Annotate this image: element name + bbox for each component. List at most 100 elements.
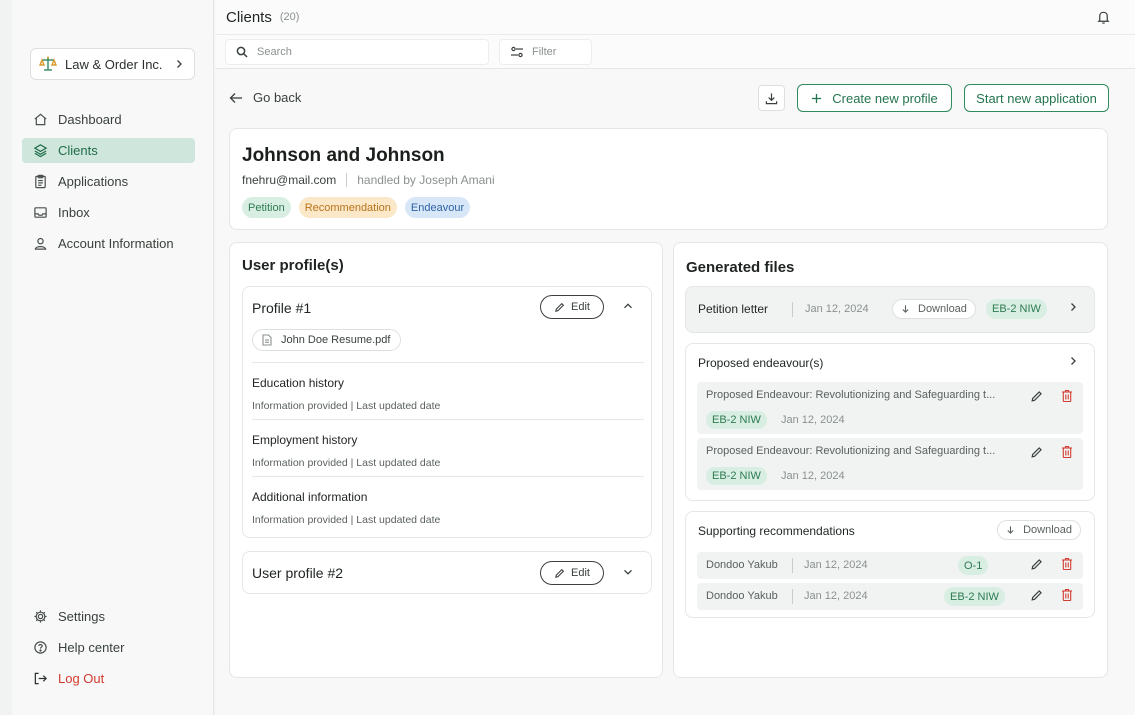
- visa-tag: O-1: [958, 556, 989, 575]
- pencil-icon: [554, 302, 565, 313]
- chevron-up-icon[interactable]: [623, 301, 633, 311]
- org-name: Law & Order Inc.: [65, 56, 163, 72]
- bell-icon[interactable]: [1096, 9, 1111, 25]
- file-icon: [262, 334, 272, 346]
- tag-petition: Petition: [242, 197, 291, 218]
- nav-label: Account Information: [58, 236, 174, 251]
- divider: [792, 589, 793, 604]
- search-input[interactable]: Search: [225, 39, 489, 65]
- nav-item-logout[interactable]: Log Out: [22, 666, 195, 691]
- create-profile-button[interactable]: Create new profile: [797, 84, 952, 112]
- download-label: Download: [918, 303, 967, 315]
- scales-logo-icon: [39, 55, 57, 73]
- topbar: Clients (20): [215, 0, 1135, 35]
- file-label: Petition letter: [698, 302, 769, 316]
- nav-item-applications[interactable]: Applications: [22, 169, 195, 194]
- edit-profile-button[interactable]: Edit: [540, 295, 604, 319]
- nav-item-help[interactable]: Help center: [22, 635, 195, 660]
- section-title: Generated files: [686, 259, 795, 276]
- user-icon: [32, 236, 48, 252]
- edit-profile-button[interactable]: Edit: [540, 561, 604, 585]
- chevron-down-icon[interactable]: [623, 567, 633, 577]
- download-button[interactable]: Download: [997, 520, 1081, 540]
- help-icon: [32, 640, 48, 656]
- profile-title: Profile #1: [252, 300, 312, 316]
- recommendation-row[interactable]: Dondoo Yakub Jan 12, 2024 O-1: [697, 552, 1083, 579]
- pencil-icon[interactable]: [1030, 446, 1043, 459]
- client-email: fnehru@mail.com: [242, 173, 337, 187]
- nav-label: Settings: [58, 609, 105, 624]
- divider: [346, 173, 348, 187]
- download-label: Download: [1023, 524, 1072, 536]
- endeavour-item[interactable]: Proposed Endeavour: Revolutionizing and …: [697, 382, 1083, 434]
- trash-icon[interactable]: [1061, 445, 1073, 459]
- page-title: Clients: [226, 8, 272, 26]
- filter-button[interactable]: Filter: [499, 39, 592, 65]
- section-heading: Employment history: [252, 433, 358, 447]
- proposed-endeavours-panel: Proposed endeavour(s) Proposed Endeavour…: [685, 343, 1095, 501]
- section-heading: Education history: [252, 376, 345, 390]
- edit-label: Edit: [571, 301, 590, 313]
- section-heading: Additional information: [252, 490, 368, 504]
- nav-label: Dashboard: [58, 112, 122, 127]
- endeavour-title: Proposed Endeavour: Revolutionizing and …: [706, 445, 996, 457]
- resume-file-chip[interactable]: John Doe Resume.pdf: [252, 329, 402, 351]
- trash-icon[interactable]: [1061, 389, 1073, 403]
- logout-icon: [32, 671, 48, 687]
- nav-item-clients[interactable]: Clients: [22, 138, 195, 163]
- pencil-icon[interactable]: [1030, 390, 1043, 403]
- bottom-nav: Settings Help center Log Out: [22, 604, 195, 697]
- go-back-label: Go back: [253, 90, 302, 105]
- nav-label: Inbox: [58, 205, 90, 220]
- nav-item-dashboard[interactable]: Dashboard: [22, 107, 195, 132]
- visa-tag: EB-2 NIW: [944, 587, 1005, 606]
- tag-endeavour: Endeavour: [404, 197, 471, 218]
- endeavour-date: Jan 12, 2024: [781, 414, 845, 426]
- client-tags: Petition Recommendation Endeavour: [242, 197, 471, 218]
- download-button[interactable]: [758, 85, 785, 111]
- nav-label: Applications: [58, 174, 129, 189]
- section-status: Information provided | Last updated date: [252, 457, 441, 469]
- trash-icon[interactable]: [1061, 557, 1073, 571]
- profile-section-employment[interactable]: Employment history Information provided …: [252, 419, 644, 477]
- org-switcher[interactable]: Law & Order Inc.: [30, 48, 195, 80]
- panel-title: Supporting recommendations: [698, 524, 855, 538]
- arrow-left-icon: [229, 92, 243, 104]
- tag-recommendation: Recommendation: [298, 197, 397, 218]
- generated-files-card: Generated files Petition letter Jan 12, …: [673, 242, 1108, 678]
- recommendation-date: Jan 12, 2024: [804, 559, 868, 571]
- supporting-recommendations-panel: Supporting recommendations Download Dond…: [685, 511, 1095, 618]
- profile-panel: Profile #1 Edit John Doe Resume.pdf Educ…: [242, 286, 652, 538]
- clipboard-icon: [32, 174, 48, 190]
- filter-icon: [510, 46, 524, 58]
- pencil-icon[interactable]: [1030, 558, 1043, 571]
- main-content: Clients (20) Search Filter Go back Creat…: [215, 0, 1135, 715]
- pencil-icon: [554, 568, 565, 579]
- chevron-right-icon[interactable]: [1068, 356, 1078, 366]
- client-header-card: Johnson and Johnson fnehru@mail.com hand…: [229, 128, 1108, 230]
- start-application-button[interactable]: Start new application: [964, 84, 1109, 112]
- recommendation-row[interactable]: Dondoo Yakub Jan 12, 2024 EB-2 NIW: [697, 583, 1083, 610]
- section-status: Information provided | Last updated date: [252, 400, 441, 412]
- go-back-link[interactable]: Go back: [229, 90, 301, 105]
- pencil-icon[interactable]: [1030, 589, 1043, 602]
- layers-icon: [32, 143, 48, 159]
- nav-item-settings[interactable]: Settings: [22, 604, 195, 629]
- edit-label: Edit: [571, 567, 590, 579]
- endeavour-item[interactable]: Proposed Endeavour: Revolutionizing and …: [697, 438, 1083, 490]
- home-icon: [32, 112, 48, 128]
- main-nav: Dashboard Clients Applications Inbox Acc…: [22, 107, 195, 262]
- filter-label: Filter: [532, 46, 557, 58]
- nav-item-account[interactable]: Account Information: [22, 231, 195, 256]
- trash-icon[interactable]: [1061, 588, 1073, 602]
- sidebar: Law & Order Inc. Dashboard Clients Appli…: [12, 0, 214, 715]
- nav-item-inbox[interactable]: Inbox: [22, 200, 195, 225]
- endeavour-date: Jan 12, 2024: [781, 470, 845, 482]
- profile-section-education[interactable]: Education history Information provided |…: [252, 362, 644, 420]
- download-button[interactable]: Download: [892, 299, 976, 319]
- recommender-name: Dondoo Yakub: [706, 559, 778, 571]
- petition-letter-row[interactable]: Petition letter Jan 12, 2024 Download EB…: [685, 286, 1095, 333]
- profile-section-additional[interactable]: Additional information Information provi…: [252, 476, 644, 534]
- profile-panel: User profile #2 Edit: [242, 551, 652, 594]
- chevron-right-icon[interactable]: [1068, 302, 1078, 312]
